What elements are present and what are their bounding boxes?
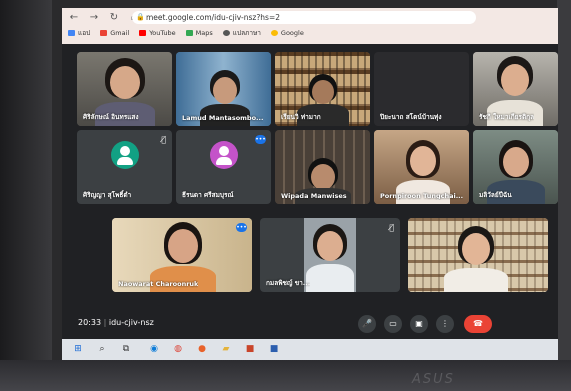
word-icon[interactable]: ■ — [268, 343, 280, 355]
speaking-indicator-icon: ••• — [236, 223, 247, 232]
address-bar[interactable]: 🔒 meet.google.com/idu-cjiv-nsz?hs=2 — [132, 11, 476, 24]
bookmark-google[interactable]: Google — [270, 29, 304, 37]
participant-tile[interactable]: Pornpiroon Tungchai... — [374, 130, 469, 204]
meet-video-grid: ศิริลักษณ์ อินทรแสง Lamud Mantasombo... … — [62, 44, 558, 339]
powerpoint-icon[interactable]: ■ — [244, 343, 256, 355]
desk-background-left — [0, 0, 52, 391]
meeting-time: 20:33 — [78, 318, 102, 327]
participant-tile[interactable]: ••• Naowarat Charoonruk — [112, 218, 252, 292]
participant-tile[interactable]: ปิยะนาถ สโตน์บ้านทุ่ง — [374, 52, 469, 126]
participant-face — [311, 164, 335, 190]
laptop-keyboard-edge — [0, 360, 571, 391]
bookmarks-bar: แอป Gmail YouTube Maps แปลภาษา Google — [68, 28, 304, 38]
bookmark-translate[interactable]: แปลภาษา — [222, 28, 261, 38]
participant-tile[interactable]: Wipada Manwises — [275, 130, 370, 204]
participant-tile[interactable]: ศิริลักษณ์ อินทรแสง — [77, 52, 172, 126]
divider: | — [103, 318, 107, 327]
google-icon — [270, 30, 278, 36]
browser-nav: ← → ↻ ⌂ — [68, 11, 140, 24]
end-call-button[interactable]: ☎ — [464, 315, 492, 333]
firefox-icon[interactable]: ● — [196, 343, 208, 355]
participant-tile[interactable]: เรียนวิ ท่ามาก — [275, 52, 370, 126]
more-vert-icon: ⋮ — [441, 319, 449, 328]
participant-face — [317, 231, 343, 261]
speaking-indicator-icon: ••• — [255, 135, 266, 144]
bookmark-maps[interactable]: Maps — [185, 29, 213, 37]
camera-button[interactable]: ▭ — [384, 315, 402, 333]
participant-face — [110, 66, 140, 99]
gmail-icon — [100, 30, 108, 36]
participant-tile[interactable]: 🎙̸ ศิริญญา สุโพธิ์ตำ — [77, 130, 172, 204]
muted-mic-icon: 🎙̸ — [389, 223, 394, 232]
meeting-code: idu-cjiv-nsz — [108, 318, 154, 327]
task-view-icon[interactable]: ⧉ — [120, 343, 132, 355]
meet-control-bar: 20:33 | idu-cjiv-nsz 🎤 ▭ ▣ ⋮ ☎ — [62, 311, 558, 339]
apps-grid-icon — [68, 30, 75, 36]
camera-icon: ▭ — [389, 319, 397, 328]
back-arrow-icon[interactable]: ← — [68, 11, 80, 24]
bookmark-gmail[interactable]: Gmail — [100, 29, 129, 37]
participant-tile[interactable] — [408, 218, 548, 292]
hang-up-icon: ☎ — [473, 319, 483, 328]
participant-face — [503, 147, 529, 177]
file-explorer-icon[interactable]: ▰ — [220, 343, 232, 355]
search-icon[interactable]: ⌕ — [96, 343, 108, 355]
microphone-button[interactable]: 🎤 — [358, 315, 376, 333]
bookmark-apps[interactable]: แอป — [68, 28, 90, 38]
edge-browser-icon[interactable]: ◉ — [148, 343, 160, 355]
more-options-button[interactable]: ⋮ — [436, 315, 454, 333]
microphone-icon: 🎤 — [362, 319, 372, 328]
avatar — [209, 141, 238, 170]
chrome-browser-icon[interactable]: ◍ — [172, 343, 184, 355]
participant-face — [168, 229, 198, 263]
participant-face — [213, 77, 237, 104]
meeting-info: 20:33 | idu-cjiv-nsz — [78, 318, 154, 327]
laptop-brand-logo: ASUS — [412, 372, 455, 387]
participant-face — [501, 64, 529, 96]
laptop-bezel-right — [557, 0, 571, 391]
url-text: meet.google.com/idu-cjiv-nsz?hs=2 — [146, 13, 281, 22]
translate-icon — [222, 30, 230, 36]
lock-icon: 🔒 — [136, 13, 145, 21]
windows-taskbar: ⊞ ⌕ ⧉ ◉ ◍ ● ▰ ■ ■ — [62, 339, 558, 360]
reload-icon[interactable]: ↻ — [108, 11, 120, 24]
forward-arrow-icon[interactable]: → — [88, 11, 100, 24]
windows-start-icon[interactable]: ⊞ — [72, 343, 84, 355]
participant-tile[interactable]: ••• ธีรนดา ศรีสมบุรณ์ — [176, 130, 271, 204]
avatar — [110, 141, 139, 170]
participant-face — [462, 233, 490, 265]
browser-chrome: ← → ↻ ⌂ 🔒 meet.google.com/idu-cjiv-nsz?h… — [62, 8, 558, 44]
muted-mic-icon: 🎙̸ — [161, 135, 166, 144]
participant-tile[interactable]: รัชกิ ใหมาเกียรติกุล — [473, 52, 558, 126]
participant-tile[interactable]: มลิวัลย์ปีฉัน — [473, 130, 558, 204]
participant-face — [410, 146, 436, 176]
maps-icon — [185, 30, 193, 36]
present-button[interactable]: ▣ — [410, 315, 428, 333]
present-screen-icon: ▣ — [415, 319, 423, 328]
laptop-screen: ← → ↻ ⌂ 🔒 meet.google.com/idu-cjiv-nsz?h… — [62, 8, 558, 360]
participant-tile[interactable]: Lamud Mantasombo... — [176, 52, 271, 126]
participant-face — [312, 80, 334, 104]
participant-tile[interactable]: 🎙̸ กมลพิชญ์ ขา... — [260, 218, 400, 292]
youtube-icon — [139, 30, 147, 36]
bookmark-youtube[interactable]: YouTube — [139, 29, 176, 37]
